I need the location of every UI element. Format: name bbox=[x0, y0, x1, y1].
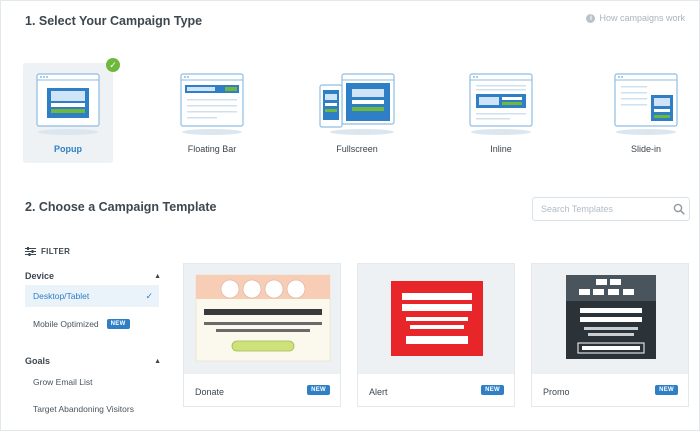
template-card-donate[interactable]: Donate NEW bbox=[183, 263, 341, 407]
chevron-up-icon[interactable]: ▲ bbox=[154, 358, 161, 365]
campaign-type-inline[interactable]: Inline bbox=[456, 63, 546, 163]
campaign-type-label: Floating Bar bbox=[187, 144, 237, 154]
template-name: Alert bbox=[369, 387, 388, 397]
campaign-type-slide-in[interactable]: Slide-in bbox=[601, 63, 691, 163]
template-preview bbox=[184, 264, 340, 374]
filter-section-title: Goals bbox=[25, 356, 51, 366]
inline-illustration-icon bbox=[469, 73, 533, 135]
filter-label: FILTER bbox=[41, 247, 71, 256]
filter-option-label: Target Abandoning Visitors bbox=[33, 404, 134, 414]
template-card-alert[interactable]: Alert NEW bbox=[357, 263, 515, 407]
filter-option-desktop-tablet[interactable]: Desktop/Tablet ✓ bbox=[25, 285, 159, 307]
campaign-type-label: Inline bbox=[490, 144, 512, 154]
check-icon: ✓ bbox=[145, 290, 153, 301]
new-badge: NEW bbox=[655, 385, 678, 395]
new-badge: NEW bbox=[106, 319, 130, 329]
search-templates-input[interactable] bbox=[532, 197, 690, 221]
how-campaigns-work-link[interactable]: i How campaigns work bbox=[586, 13, 685, 23]
campaign-type-floating-bar[interactable]: Floating Bar bbox=[167, 63, 257, 163]
filter-option-mobile-optimized[interactable]: Mobile Optimized NEW bbox=[25, 313, 159, 335]
search-icon[interactable] bbox=[673, 203, 685, 215]
campaign-type-label: Slide-in bbox=[630, 144, 661, 154]
template-name: Promo bbox=[543, 387, 570, 397]
info-icon: i bbox=[586, 13, 596, 23]
template-name: Donate bbox=[195, 387, 225, 397]
popup-illustration-icon bbox=[36, 73, 100, 135]
campaign-type-label: Popup bbox=[54, 144, 82, 154]
how-campaigns-work-label: How campaigns work bbox=[599, 13, 685, 23]
filter-option-label: Mobile Optimized bbox=[33, 319, 99, 329]
chevron-up-icon[interactable]: ▲ bbox=[154, 273, 161, 280]
floating-bar-illustration-icon bbox=[180, 73, 244, 135]
campaign-type-popup[interactable]: ✓ Popup bbox=[23, 58, 120, 163]
slide-in-illustration-icon bbox=[614, 73, 678, 135]
donate-preview-image bbox=[195, 274, 331, 362]
template-preview bbox=[532, 264, 688, 374]
filter-section-device[interactable]: Device ▲ bbox=[25, 271, 161, 281]
filter-option-grow-email-list[interactable]: Grow Email List bbox=[25, 371, 159, 393]
template-preview bbox=[358, 264, 514, 374]
check-icon: ✓ bbox=[106, 58, 120, 72]
filter-section-goals[interactable]: Goals ▲ bbox=[25, 356, 161, 366]
fullscreen-illustration-icon bbox=[319, 73, 395, 135]
section-title-campaign-type: 1. Select Your Campaign Type bbox=[25, 14, 203, 28]
campaign-builder: 1. Select Your Campaign Type i How campa… bbox=[0, 0, 700, 431]
filter-toggle[interactable]: FILTER bbox=[25, 247, 70, 256]
template-card-promo[interactable]: Promo NEW bbox=[531, 263, 689, 407]
filter-section-title: Device bbox=[25, 271, 55, 281]
filter-option-label: Grow Email List bbox=[33, 377, 93, 387]
section-title-campaign-template: 2. Choose a Campaign Template bbox=[25, 200, 217, 214]
campaign-type-label: Fullscreen bbox=[336, 144, 378, 154]
campaign-type-fullscreen[interactable]: Fullscreen bbox=[312, 63, 402, 163]
filter-option-label: Desktop/Tablet bbox=[33, 291, 90, 301]
campaign-type-list: ✓ Popup Floating Bar Fullscreen Inline S… bbox=[23, 58, 693, 163]
sliders-icon bbox=[25, 247, 36, 256]
promo-preview-image bbox=[566, 275, 656, 359]
filter-option-target-abandoning-visitors[interactable]: Target Abandoning Visitors bbox=[25, 398, 159, 420]
new-badge: NEW bbox=[481, 385, 504, 395]
new-badge: NEW bbox=[307, 385, 330, 395]
alert-preview-image bbox=[391, 281, 483, 356]
